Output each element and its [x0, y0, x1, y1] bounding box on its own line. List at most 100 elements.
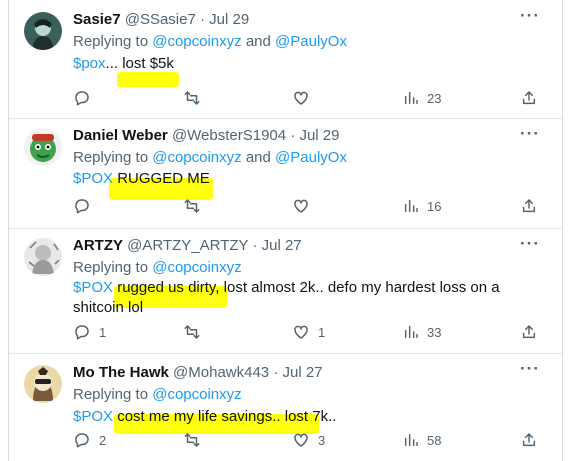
reply-count: 2 — [99, 432, 107, 448]
tweet-text: $POX cost me my life savings.. lost 7k.. — [73, 407, 528, 427]
reply-icon — [73, 197, 91, 215]
more-icon[interactable]: ··· — [520, 6, 540, 26]
like-button[interactable]: 1 — [292, 322, 325, 342]
tweet-date[interactable]: Jul 29 — [209, 11, 249, 28]
tweet-date[interactable]: Jul 27 — [262, 237, 302, 254]
more-icon[interactable]: ··· — [520, 234, 540, 254]
reply-tweet-2[interactable]: Daniel Weber @WebsterS1904 · Jul 29 ··· … — [9, 118, 562, 229]
mention-link[interactable]: @copcoinxyz — [152, 259, 241, 276]
tweet-header: Daniel Weber @WebsterS1904 · Jul 29 — [73, 126, 340, 146]
share-button[interactable] — [521, 88, 537, 108]
views-count: 33 — [427, 324, 442, 340]
retweet-icon — [182, 431, 202, 449]
replying-to: Replying to @copcoinxyz and @PaulyOx — [73, 32, 347, 52]
separator-dot: · — [200, 11, 205, 28]
mention-link[interactable]: @PaulyOx — [275, 33, 347, 50]
share-icon — [521, 432, 537, 448]
views-icon — [403, 432, 419, 448]
views-count: 16 — [427, 198, 442, 214]
like-button[interactable] — [292, 196, 318, 216]
share-button[interactable] — [521, 196, 537, 216]
cashtag-link[interactable]: $POX — [73, 279, 113, 296]
user-handle[interactable]: @ARTZY_ARTZY — [127, 237, 248, 254]
display-name[interactable]: Sasie7 — [73, 11, 121, 28]
avatar[interactable] — [24, 238, 62, 276]
views-icon — [403, 324, 419, 340]
and-word: and — [245, 33, 271, 50]
mention-link[interactable]: @copcoinxyz — [152, 33, 241, 50]
like-count: 1 — [318, 324, 326, 340]
reply-button[interactable] — [73, 88, 99, 108]
tweet-body: cost me my life savings.. lost 7k.. — [113, 408, 337, 425]
reply-button[interactable]: 1 — [73, 322, 106, 342]
replying-prefix: Replying to — [73, 33, 149, 50]
separator-dot: · — [252, 237, 258, 254]
tweet-header: ARTZY @ARTZY_ARTZY · Jul 27 — [73, 236, 302, 256]
retweet-button[interactable] — [182, 88, 210, 108]
and-word: and — [245, 149, 271, 166]
retweet-icon — [182, 89, 202, 107]
mention-link[interactable]: @PaulyOx — [275, 149, 347, 166]
tweet-header: Mo The Hawk @Mohawk443 · Jul 27 — [73, 363, 323, 383]
tweet-date[interactable]: Jul 29 — [299, 127, 339, 144]
reply-button[interactable]: 2 — [73, 430, 106, 450]
share-button[interactable] — [521, 322, 537, 342]
tweet-text: $POX RUGGED ME — [73, 169, 528, 189]
more-icon[interactable]: ··· — [520, 124, 540, 144]
reply-count: 1 — [99, 324, 107, 340]
tweet-text: $POX rugged us dirty, lost almost 2k.. d… — [73, 278, 528, 318]
display-name[interactable]: ARTZY — [73, 237, 123, 254]
replying-to: Replying to @copcoinxyz — [73, 258, 242, 278]
share-icon — [521, 198, 537, 214]
share-icon — [521, 324, 537, 340]
reply-icon — [73, 89, 91, 107]
user-handle[interactable]: @SSasie7 — [125, 11, 196, 28]
retweet-button[interactable] — [182, 322, 210, 342]
tweet-actions: 2 3 58 — [73, 430, 543, 450]
highlight-mark — [117, 72, 179, 87]
retweet-button[interactable] — [182, 196, 210, 216]
avatar[interactable] — [24, 128, 62, 166]
views-button[interactable]: 16 — [403, 196, 441, 216]
like-icon — [292, 431, 310, 449]
tweet-body: rugged us dirty, lost almost 2k.. defo m… — [73, 279, 500, 316]
tweet-actions: 23 — [73, 88, 543, 108]
avatar[interactable] — [24, 12, 62, 50]
retweet-button[interactable] — [182, 430, 210, 450]
tweet-actions: 16 — [73, 196, 543, 216]
views-button[interactable]: 58 — [403, 430, 441, 450]
replies-timeline: Sasie7 @SSasie7 · Jul 29 ··· Replying to… — [8, 0, 563, 461]
views-button[interactable]: 33 — [403, 322, 441, 342]
views-count: 58 — [427, 432, 442, 448]
like-icon — [292, 197, 310, 215]
reply-tweet-4[interactable]: Mo The Hawk @Mohawk443 · Jul 27 ··· Repl… — [9, 353, 562, 461]
cashtag-link[interactable]: $pox — [73, 55, 106, 72]
reply-tweet-1[interactable]: Sasie7 @SSasie7 · Jul 29 ··· Replying to… — [9, 0, 562, 119]
cashtag-link[interactable]: $POX — [73, 408, 113, 425]
reply-tweet-3[interactable]: ARTZY @ARTZY_ARTZY · Jul 27 ··· Replying… — [9, 228, 562, 354]
tweet-date[interactable]: Jul 27 — [282, 364, 322, 381]
replying-to: Replying to @copcoinxyz — [73, 385, 242, 405]
mention-link[interactable]: @copcoinxyz — [152, 386, 241, 403]
like-icon — [292, 323, 310, 341]
views-count: 23 — [427, 90, 442, 106]
cashtag-link[interactable]: $POX — [73, 170, 113, 187]
more-icon[interactable]: ··· — [520, 359, 540, 379]
like-count: 3 — [318, 432, 326, 448]
user-handle[interactable]: @Mohawk443 — [173, 364, 269, 381]
views-button[interactable]: 23 — [403, 88, 441, 108]
replying-prefix: Replying to — [73, 149, 149, 166]
share-button[interactable] — [521, 430, 537, 450]
like-button[interactable]: 3 — [292, 430, 325, 450]
retweet-icon — [182, 197, 202, 215]
share-icon — [521, 90, 537, 106]
mention-link[interactable]: @copcoinxyz — [152, 149, 241, 166]
user-handle[interactable]: @WebsterS1904 — [172, 127, 286, 144]
like-button[interactable] — [292, 88, 318, 108]
reply-button[interactable] — [73, 196, 99, 216]
tweet-text: $pox... lost $5k — [73, 54, 528, 74]
tweet-actions: 1 1 33 — [73, 322, 543, 342]
avatar[interactable] — [24, 365, 62, 403]
display-name[interactable]: Mo The Hawk — [73, 364, 169, 381]
display-name[interactable]: Daniel Weber — [73, 127, 168, 144]
